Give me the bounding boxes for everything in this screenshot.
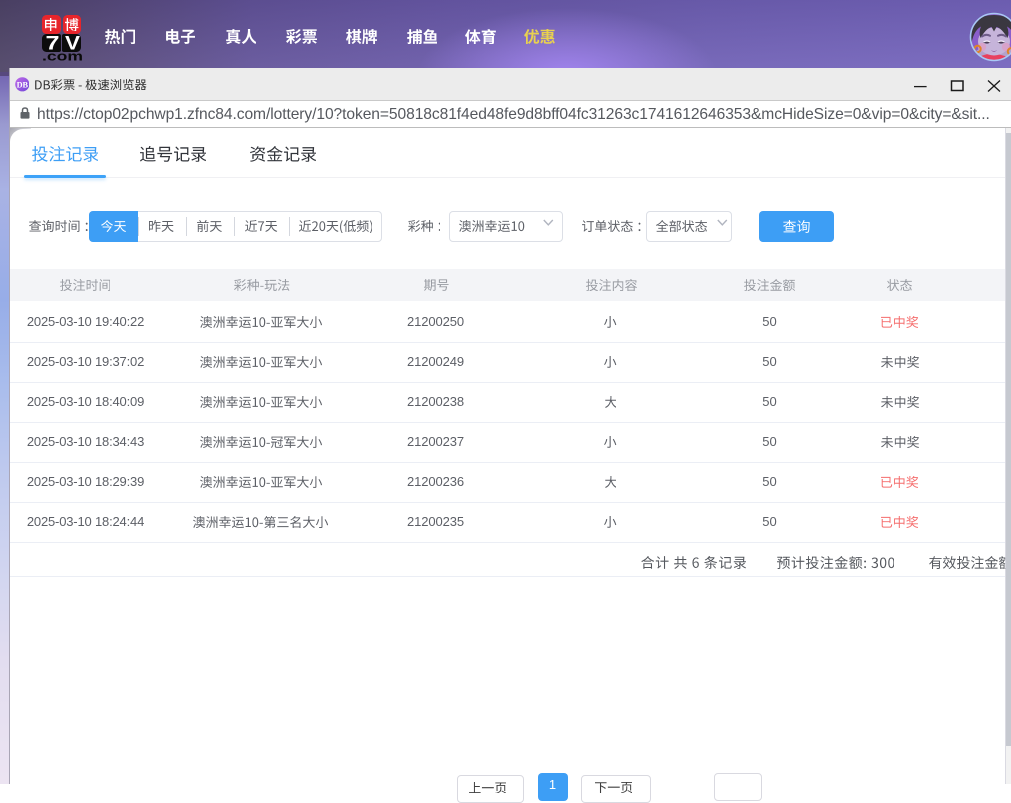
svg-text:V: V [64,34,79,52]
svg-text:.com: .com [42,52,83,62]
svg-text:7: 7 [45,34,59,52]
svg-text:DB: DB [16,81,28,90]
